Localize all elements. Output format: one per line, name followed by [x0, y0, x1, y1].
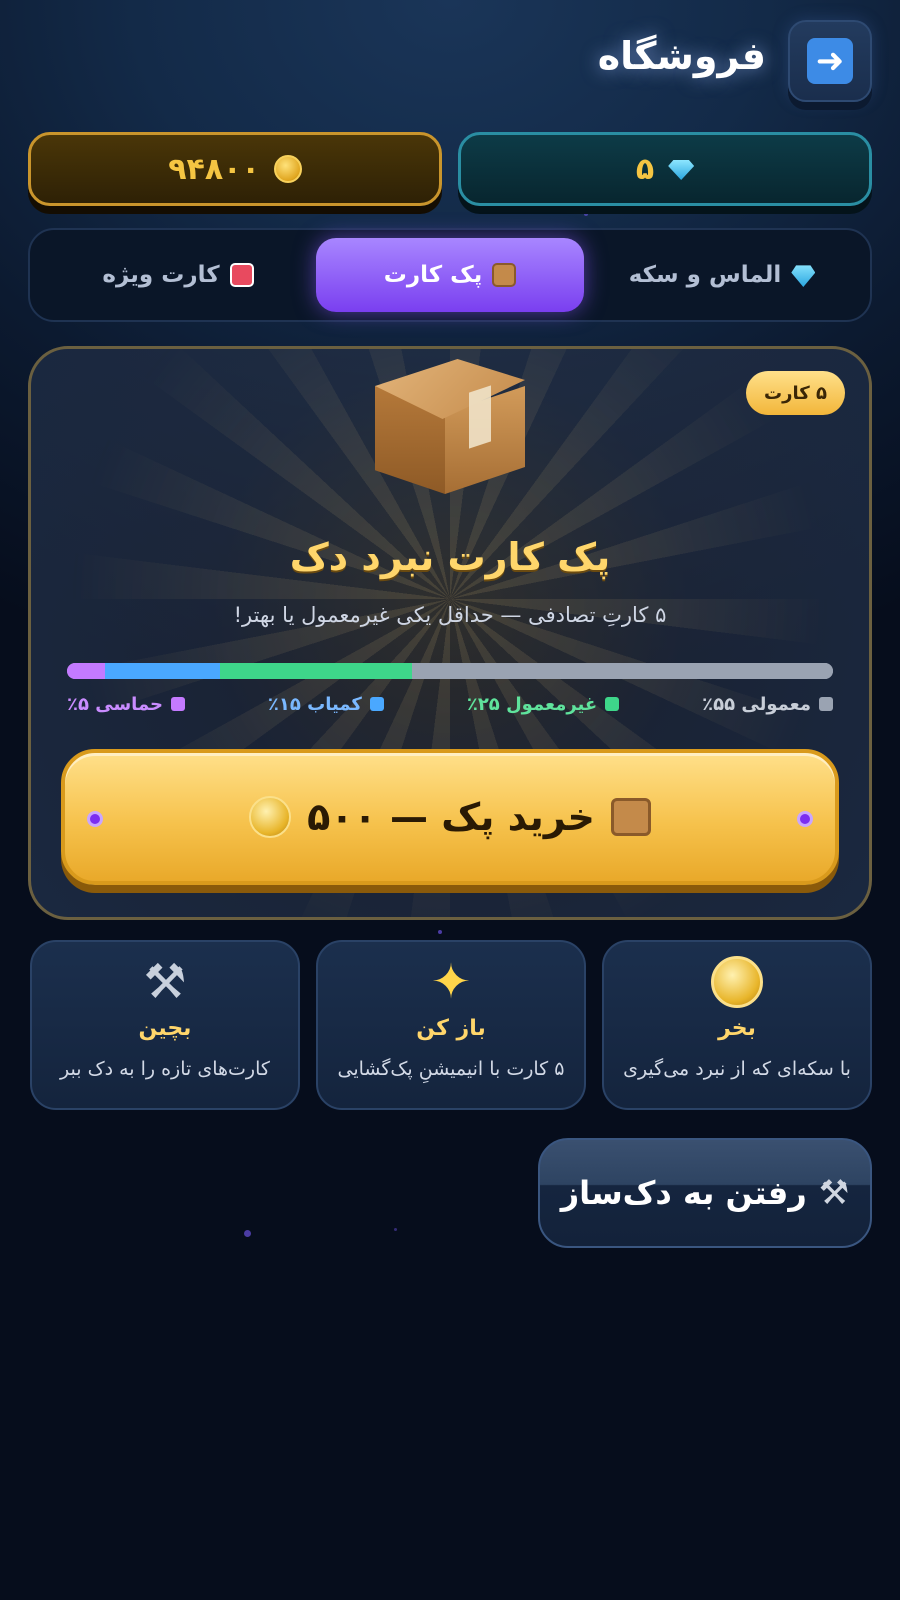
pack-card: ۵ کارت پک کارت نبرد دک ۵ کارتِ تصادفی — … [28, 346, 872, 920]
pack-subtitle: ۵ کارتِ تصادفی — حداقل یکی غیرمعمول یا ب… [233, 603, 667, 627]
back-button[interactable]: ➜ [788, 20, 872, 102]
card-icon [229, 263, 254, 287]
tools-icon: ⚒ [818, 1173, 850, 1213]
card-count-badge: ۵ کارت [746, 371, 845, 415]
rarity-segment-uncommon [220, 663, 412, 679]
gems-value: ۵ [635, 151, 655, 187]
pack-title: پک کارت نبرد دک [289, 535, 611, 579]
legend-label: حماسی ۵٪ [67, 693, 163, 715]
shop-tabs: الماس و سکه پک کارت کارت ویژه [28, 228, 872, 322]
gems-balance: ۵ [458, 132, 872, 206]
info-card-desc: با سکه‌ای که از نبرد می‌گیری [623, 1058, 851, 1080]
legend-swatch [369, 697, 384, 711]
gem-stud-icon [87, 811, 103, 827]
arrow-right-icon: ➜ [807, 38, 853, 84]
legend-label: غیرمعمول ۲۵٪ [466, 693, 598, 715]
page-title: فروشگاه [597, 34, 766, 78]
tab-gems-and-coins[interactable]: الماس و سکه [588, 238, 856, 312]
box-icon [492, 263, 517, 287]
star-decoration [244, 1230, 251, 1237]
rarity-segment-rare [105, 663, 221, 679]
coin-icon [711, 956, 763, 1008]
box-icon [610, 798, 651, 836]
legend-swatch [170, 697, 185, 711]
buy-pack-label: خرید پک — ۵۰۰ [307, 795, 595, 839]
currency-row: ۵ ۹۴۸۰۰ [28, 132, 872, 208]
legend-label: معمولی ۵۵٪ [702, 693, 811, 715]
star-decoration [394, 1228, 397, 1231]
legend-label: کمیاب ۱۵٪ [267, 693, 362, 715]
header: ➜ فروشگاه [28, 20, 872, 104]
go-to-deck-builder-button[interactable]: ⚒ رفتن به دک‌ساز [538, 1138, 872, 1248]
gem-stud-icon [797, 811, 813, 827]
info-card-title: باز کن [416, 1016, 486, 1041]
legend-common: معمولی ۵۵٪ [702, 691, 833, 717]
legend-epic: حماسی ۵٪ [67, 691, 185, 717]
rarity-segment-epic [67, 663, 106, 679]
gem-icon [791, 265, 816, 287]
how-it-works-row: بخر با سکه‌ای که از نبرد می‌گیری ✦ باز ک… [28, 940, 872, 1110]
legend-swatch [819, 697, 833, 711]
info-card-title: بچین [138, 1016, 192, 1041]
star-decoration [438, 930, 442, 934]
legend-uncommon: غیرمعمول ۲۵٪ [466, 691, 620, 717]
rarity-segment-common [411, 663, 833, 679]
info-card-desc: ۵ کارت با انیمیشنِ پک‌گشایی [337, 1058, 565, 1080]
sparkles-icon: ✦ [430, 954, 472, 1010]
legend-rare: کمیاب ۱۵٪ [268, 691, 384, 717]
deck-button-label: رفتن به دک‌ساز [560, 1174, 807, 1212]
coin-icon [249, 796, 292, 838]
legend-swatch [605, 697, 620, 711]
star-decoration [584, 212, 588, 216]
rarity-legend: معمولی ۵۵٪ غیرمعمول ۲۵٪ کمیاب ۱۵٪ حماسی … [67, 691, 833, 717]
tab-label: کارت ویژه [102, 262, 220, 288]
gem-icon [668, 156, 694, 182]
rarity-distribution-bar [67, 663, 833, 679]
tools-icon: ⚒ [143, 954, 187, 1010]
package-icon [365, 349, 535, 509]
info-card-arrange: ⚒ بچین کارت‌های تازه را به دک ببر [30, 940, 300, 1110]
info-card-title: بخر [718, 1016, 756, 1041]
tab-label: پک کارت [383, 262, 483, 288]
tab-card-pack[interactable]: پک کارت [316, 238, 584, 312]
info-card-desc: کارت‌های تازه را به دک ببر [60, 1058, 270, 1080]
coin-icon [273, 155, 302, 183]
info-card-open: ✦ باز کن ۵ کارت با انیمیشنِ پک‌گشایی [316, 940, 586, 1110]
buy-pack-button[interactable]: خرید پک — ۵۰۰ [61, 749, 839, 885]
coins-value: ۹۴۸۰۰ [168, 151, 260, 187]
coins-balance: ۹۴۸۰۰ [28, 132, 442, 206]
tab-special-card[interactable]: کارت ویژه [44, 238, 312, 312]
tab-label: الماس و سکه [628, 262, 782, 288]
info-card-buy: بخر با سکه‌ای که از نبرد می‌گیری [602, 940, 872, 1110]
